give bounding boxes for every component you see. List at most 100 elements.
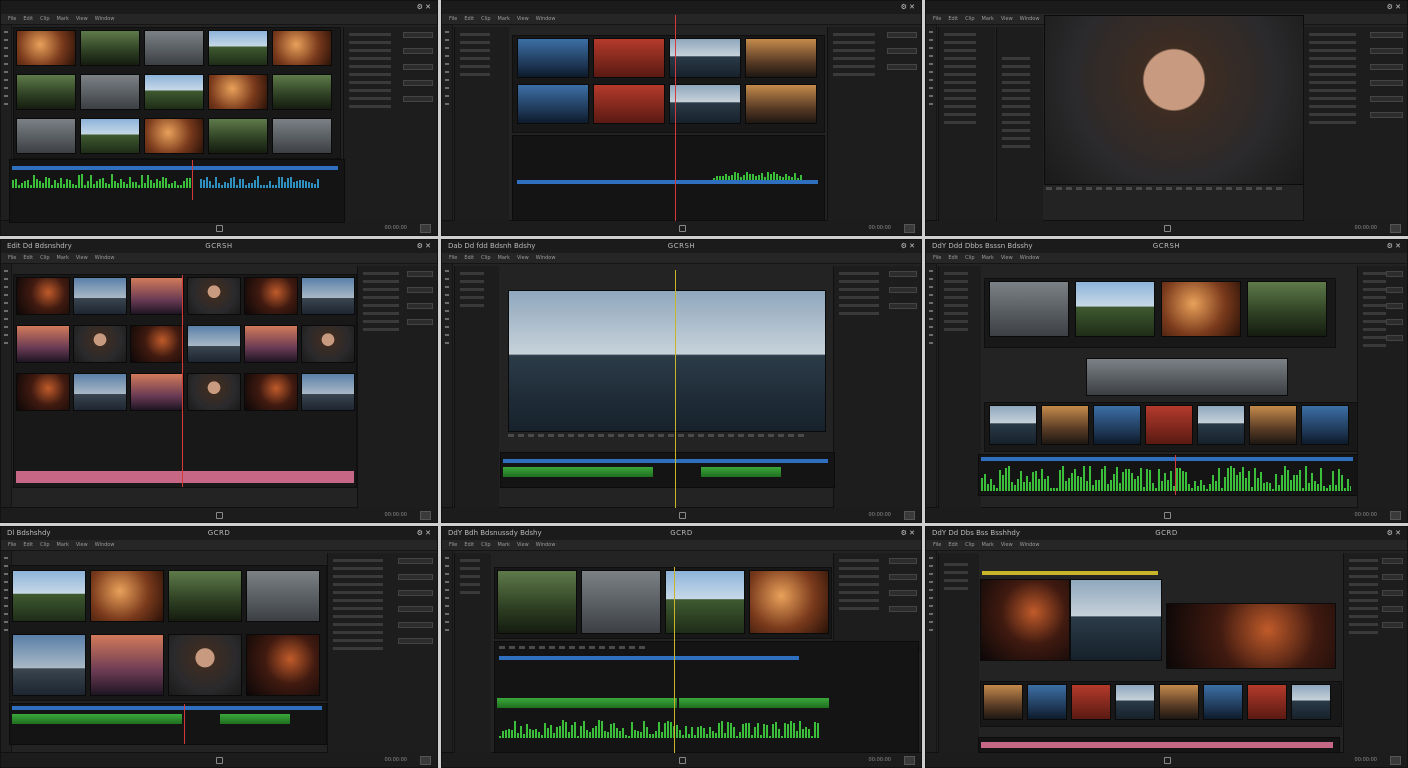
clip-thumbnail[interactable] [1249, 405, 1297, 445]
video-track[interactable] [499, 656, 799, 660]
clip-thumbnail[interactable] [16, 373, 70, 411]
tool-icon[interactable] [445, 278, 449, 280]
close-icon[interactable]: ✕ [1395, 529, 1401, 537]
snap-icon[interactable] [216, 512, 223, 519]
menu-item-window[interactable]: Window [95, 16, 115, 22]
gear-icon[interactable]: ⚙ [1387, 3, 1396, 11]
menu-item-file[interactable]: File [8, 16, 16, 22]
clip-thumbnail[interactable] [1075, 281, 1155, 337]
inspector-field[interactable] [1381, 590, 1403, 596]
clip-thumbnail[interactable] [90, 570, 164, 622]
menu-item-window[interactable]: Window [536, 255, 556, 261]
menu-item-window[interactable]: Window [1020, 16, 1040, 22]
tool-icon[interactable] [4, 95, 8, 97]
tool-icon[interactable] [4, 294, 8, 296]
gear-icon[interactable]: ⚙ [417, 242, 426, 250]
tool-icon[interactable] [4, 310, 8, 312]
bin-item[interactable] [460, 65, 490, 68]
menu-item-view[interactable]: View [1001, 255, 1013, 261]
inspector-field[interactable] [888, 590, 917, 596]
snap-icon[interactable] [1163, 757, 1171, 764]
tool-icon[interactable] [929, 55, 933, 57]
video-track[interactable] [981, 457, 1353, 461]
close-icon[interactable]: ✕ [909, 529, 915, 537]
effect-item[interactable] [1002, 137, 1030, 140]
gear-icon[interactable]: ⚙ [901, 529, 910, 537]
menu-item-clip[interactable]: Clip [40, 255, 49, 261]
clip-thumbnail[interactable] [73, 325, 127, 363]
clip-thumbnail[interactable] [745, 84, 817, 124]
bin-item[interactable] [944, 41, 976, 44]
audio-track[interactable] [12, 714, 182, 724]
tool-icon[interactable] [929, 39, 933, 41]
menu-item-edit[interactable]: Edit [464, 16, 474, 22]
tool-icon[interactable] [4, 87, 8, 89]
menu-item-file[interactable]: File [449, 542, 457, 548]
tool-icon[interactable] [445, 342, 449, 344]
tool-icon[interactable] [4, 103, 8, 105]
inspector-field[interactable] [1381, 622, 1403, 628]
tool-icon[interactable] [445, 270, 449, 272]
tool-icon[interactable] [4, 613, 8, 615]
tool-icon[interactable] [929, 63, 933, 65]
inspector-field[interactable] [407, 303, 433, 309]
clip-thumbnail[interactable] [244, 373, 298, 411]
tool-icon[interactable] [445, 294, 449, 296]
menu-item-file[interactable]: File [8, 542, 16, 548]
inspector-field[interactable] [888, 574, 917, 580]
bin-item[interactable] [944, 563, 968, 566]
tool-icon[interactable] [4, 589, 8, 591]
clip-thumbnail[interactable] [80, 30, 140, 66]
tool-icon[interactable] [4, 573, 8, 575]
bin-item[interactable] [944, 81, 976, 84]
clip-thumbnail[interactable] [130, 277, 184, 315]
snap-icon[interactable] [216, 757, 223, 764]
effect-item[interactable] [1002, 113, 1030, 116]
inspector-field[interactable] [888, 287, 917, 293]
bin-item[interactable] [944, 49, 976, 52]
audio-track[interactable] [497, 698, 677, 708]
clip-thumbnail[interactable] [187, 373, 241, 411]
audio-track[interactable] [503, 467, 653, 477]
clip-thumbnail[interactable] [144, 30, 204, 66]
tool-icon[interactable] [929, 270, 933, 272]
bin-item[interactable] [460, 288, 484, 291]
clip-thumbnail[interactable] [168, 570, 242, 622]
menu-item-edit[interactable]: Edit [23, 255, 33, 261]
bin-item[interactable] [944, 272, 968, 275]
tool-icon[interactable] [929, 334, 933, 336]
menu-item-edit[interactable]: Edit [464, 542, 474, 548]
tool-icon[interactable] [445, 302, 449, 304]
bin-item[interactable] [944, 121, 976, 124]
tool-icon[interactable] [4, 621, 8, 623]
tool-icon[interactable] [929, 95, 933, 97]
effect-item[interactable] [1002, 129, 1030, 132]
inspector-field[interactable] [398, 558, 433, 564]
playhead[interactable] [675, 270, 676, 508]
clip-thumbnail[interactable] [168, 634, 242, 696]
clip-thumbnail[interactable] [130, 325, 184, 363]
menu-item-mark[interactable]: Mark [498, 16, 510, 22]
tool-icon[interactable] [929, 310, 933, 312]
clip-thumbnail[interactable] [1291, 684, 1331, 720]
clip-thumbnail[interactable] [244, 277, 298, 315]
tool-icon[interactable] [445, 103, 449, 105]
inspector-field[interactable] [888, 558, 917, 564]
menu-item-mark[interactable]: Mark [982, 255, 994, 261]
inspector-field[interactable] [402, 64, 433, 70]
inspector-field[interactable] [1386, 271, 1403, 277]
tool-icon[interactable] [929, 581, 933, 583]
menu-item-file[interactable]: File [933, 542, 941, 548]
effect-item[interactable] [1002, 81, 1030, 84]
tool-icon[interactable] [445, 31, 449, 33]
menu-item-file[interactable]: File [449, 16, 457, 22]
tool-icon[interactable] [445, 334, 449, 336]
menu-item-window[interactable]: Window [1020, 255, 1040, 261]
bin-item[interactable] [460, 73, 490, 76]
audio-track[interactable] [679, 698, 829, 708]
menu-item-file[interactable]: File [933, 16, 941, 22]
tool-icon[interactable] [4, 286, 8, 288]
inspector-field[interactable] [402, 80, 433, 86]
tool-icon[interactable] [929, 71, 933, 73]
tool-icon[interactable] [4, 318, 8, 320]
